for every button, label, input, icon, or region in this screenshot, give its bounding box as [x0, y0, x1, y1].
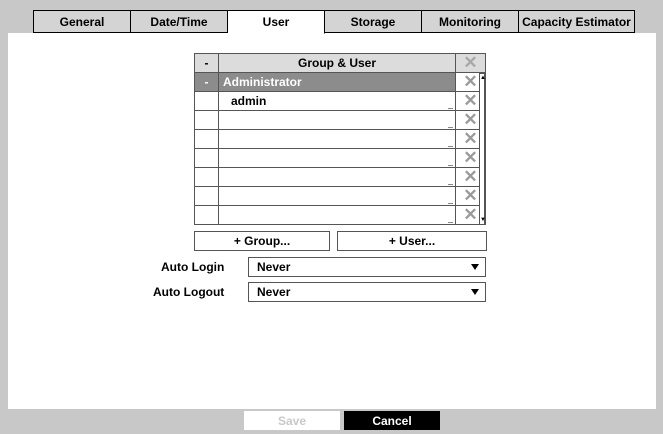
scroll-down-icon[interactable]: ▼	[480, 217, 486, 223]
close-icon: ✕	[463, 129, 478, 148]
empty-cell[interactable]	[218, 129, 456, 149]
table-row[interactable]: ✕	[194, 148, 486, 168]
empty-cell[interactable]	[218, 110, 456, 130]
row-expander	[194, 205, 219, 225]
scroll-up-icon[interactable]: ▲	[480, 75, 486, 81]
empty-cell[interactable]	[218, 186, 456, 206]
chevron-down-icon	[471, 264, 479, 270]
row-expander	[194, 129, 219, 149]
add-group-button[interactable]: + Group...	[194, 231, 330, 251]
empty-cell[interactable]	[218, 167, 456, 187]
auto-login-value: Never	[257, 260, 291, 274]
delete-all-button[interactable]: ✕	[455, 53, 486, 73]
cancel-button[interactable]: Cancel	[344, 411, 440, 430]
row-expander	[194, 110, 219, 130]
close-icon: ✕	[463, 110, 478, 129]
row-expander	[194, 186, 219, 206]
table-row[interactable]: ✕	[194, 167, 486, 187]
close-icon: ✕	[463, 91, 478, 110]
empty-cell[interactable]	[218, 148, 456, 168]
close-icon: ✕	[463, 53, 478, 72]
table-row[interactable]: ✕	[194, 186, 486, 206]
tab-storage[interactable]: Storage	[325, 10, 422, 33]
close-icon: ✕	[463, 205, 478, 224]
tab-bar: General Date/Time User Storage Monitorin…	[33, 10, 635, 34]
table-scrollbar[interactable]: ▲ ▼	[479, 73, 486, 225]
user-name-cell[interactable]: admin	[218, 91, 456, 111]
auto-logout-label: Auto Logout	[153, 285, 225, 299]
group-user-table: - Group & User ✕ - Administrator ✕ admin…	[194, 53, 486, 225]
table-row-user[interactable]: admin ✕	[194, 91, 486, 111]
row-expander	[194, 91, 219, 111]
tab-general[interactable]: General	[33, 10, 131, 33]
tab-date-time[interactable]: Date/Time	[131, 10, 228, 33]
group-user-header: Group & User	[218, 53, 456, 73]
tab-capacity-estimator[interactable]: Capacity Estimator	[519, 10, 635, 33]
user-name: admin	[231, 94, 267, 108]
row-expander	[194, 148, 219, 168]
close-icon: ✕	[463, 167, 478, 186]
empty-cell[interactable]	[218, 205, 456, 225]
add-user-button[interactable]: + User...	[337, 231, 487, 251]
chevron-down-icon	[471, 289, 479, 295]
table-row-group[interactable]: - Administrator ✕	[194, 72, 486, 92]
close-icon: ✕	[463, 148, 478, 167]
close-icon: ✕	[463, 72, 478, 91]
group-name-cell[interactable]: Administrator	[218, 72, 456, 92]
close-icon: ✕	[463, 186, 478, 205]
table-header-row: - Group & User ✕	[194, 53, 486, 73]
group-name: Administrator	[223, 75, 302, 89]
tab-monitoring[interactable]: Monitoring	[422, 10, 519, 33]
tab-user[interactable]: User	[228, 10, 325, 34]
collapse-all-button[interactable]: -	[194, 53, 219, 73]
auto-login-label: Auto Login	[161, 260, 225, 274]
collapse-group-button[interactable]: -	[194, 72, 219, 92]
table-row[interactable]: ✕	[194, 205, 486, 225]
table-row[interactable]: ✕	[194, 129, 486, 149]
auto-logout-select[interactable]: Never	[248, 282, 486, 302]
auto-login-select[interactable]: Never	[248, 257, 486, 277]
save-button[interactable]: Save	[244, 411, 340, 430]
auto-logout-value: Never	[257, 285, 291, 299]
table-row[interactable]: ✕	[194, 110, 486, 130]
row-expander	[194, 167, 219, 187]
